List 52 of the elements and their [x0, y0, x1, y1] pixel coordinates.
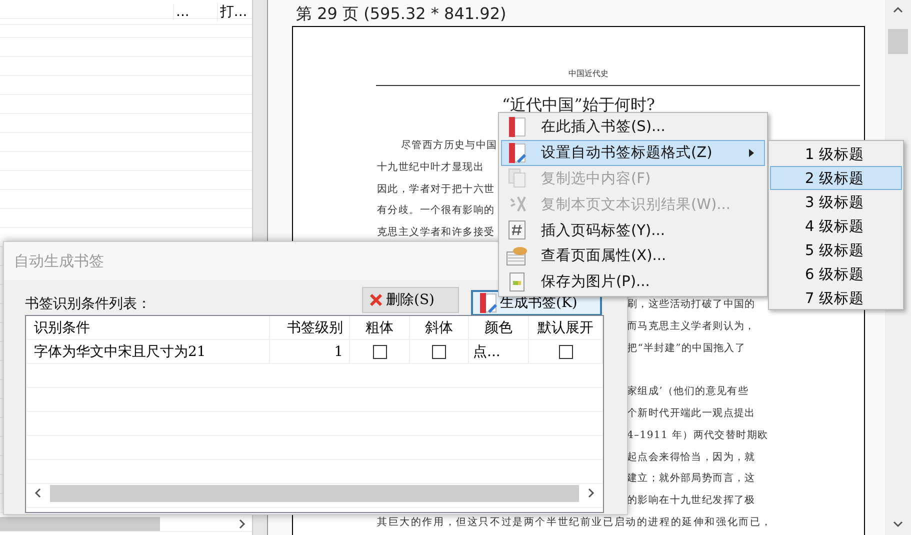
text-line: 起点会来得恰当，因为，就	[627, 450, 756, 465]
column-header[interactable]: 颜色	[469, 316, 529, 340]
menu-item[interactable]: 3 级标题	[770, 190, 902, 214]
text-line: 克思主义学者和许多接受	[377, 226, 495, 240]
scrollbar-thumb[interactable]	[50, 484, 579, 502]
bookmark-icon	[508, 116, 526, 137]
list-label: 书签识别条件列表：	[25, 295, 152, 314]
menu-item[interactable]: 设置自动书签标题格式(Z)	[501, 140, 765, 166]
save-image-icon	[508, 272, 526, 292]
menu-item[interactable]: 6 级标题	[770, 262, 902, 286]
menu-item[interactable]: 4 级标题	[770, 214, 902, 238]
menu-item[interactable]: 2 级标题	[770, 166, 902, 190]
checkbox[interactable]	[558, 345, 572, 359]
menu-item[interactable]: 7 级标题	[770, 286, 902, 310]
page-caption: 第 29 页 (595.32 * 841.92)	[296, 4, 508, 25]
delete-button[interactable]: 删除(S)	[362, 287, 459, 313]
text-line: 个新时代开端此一观点提出	[627, 406, 756, 421]
table-cell[interactable]: 点...	[469, 340, 529, 364]
table-cell: 字体为华文中宋且尺寸为21	[26, 340, 270, 364]
checkbox[interactable]	[432, 345, 446, 359]
text-line: 而马克思主义学者则认为，	[627, 320, 756, 334]
text-line: 其巨大的作用，但这只不过是两个半世纪前业已启动的进程的延伸和强化而已，	[377, 516, 772, 530]
table-cell: 1	[270, 340, 350, 364]
column-header[interactable]: 识别条件	[26, 316, 270, 340]
menu-item[interactable]: 5 级标题	[770, 238, 902, 262]
copy-icon	[508, 168, 526, 188]
text-line: 4–1911 年）两代交替时期欧	[627, 428, 768, 443]
menu-item[interactable]: 插入页码标签(Y)...	[501, 217, 765, 243]
page-header: 中国近代史	[568, 68, 610, 79]
text-line: 家组成’（他们的意见有些	[627, 384, 749, 400]
column-header[interactable]: 书签级别	[270, 316, 350, 340]
document-title: “近代中国”始于何时?	[501, 95, 656, 116]
scrollbar-thumb[interactable]	[888, 29, 908, 54]
menu-item[interactable]: 1 级标题	[770, 142, 902, 166]
delete-icon	[369, 293, 383, 307]
text-line: 十九世纪中叶才显现出	[377, 160, 484, 175]
page-number-icon	[508, 220, 526, 240]
column-header[interactable]: 粗体	[350, 316, 410, 340]
checkbox[interactable]	[372, 345, 386, 359]
properties-icon	[506, 246, 528, 266]
text-line: 有分歧。一个很有影响的	[377, 204, 495, 218]
scrollbar-thumb[interactable]	[0, 517, 160, 531]
text-line: 把“半封建”的中国拖入了	[627, 342, 746, 356]
menu-item[interactable]: 在此插入书签(S)...	[501, 114, 765, 140]
text-line: 因此，学者对于把十六世	[377, 182, 495, 197]
text-recognition-icon	[508, 194, 526, 214]
column-header[interactable]: 默认展开	[529, 316, 603, 340]
text-line: 尽管西方历史与中国	[401, 138, 498, 153]
column-header[interactable]: ...	[173, 4, 217, 20]
column-header[interactable]: 斜体	[410, 316, 469, 340]
bookmark-edit-icon	[508, 142, 526, 163]
text-line: 刷，这些活动打破了中国的	[627, 298, 756, 312]
